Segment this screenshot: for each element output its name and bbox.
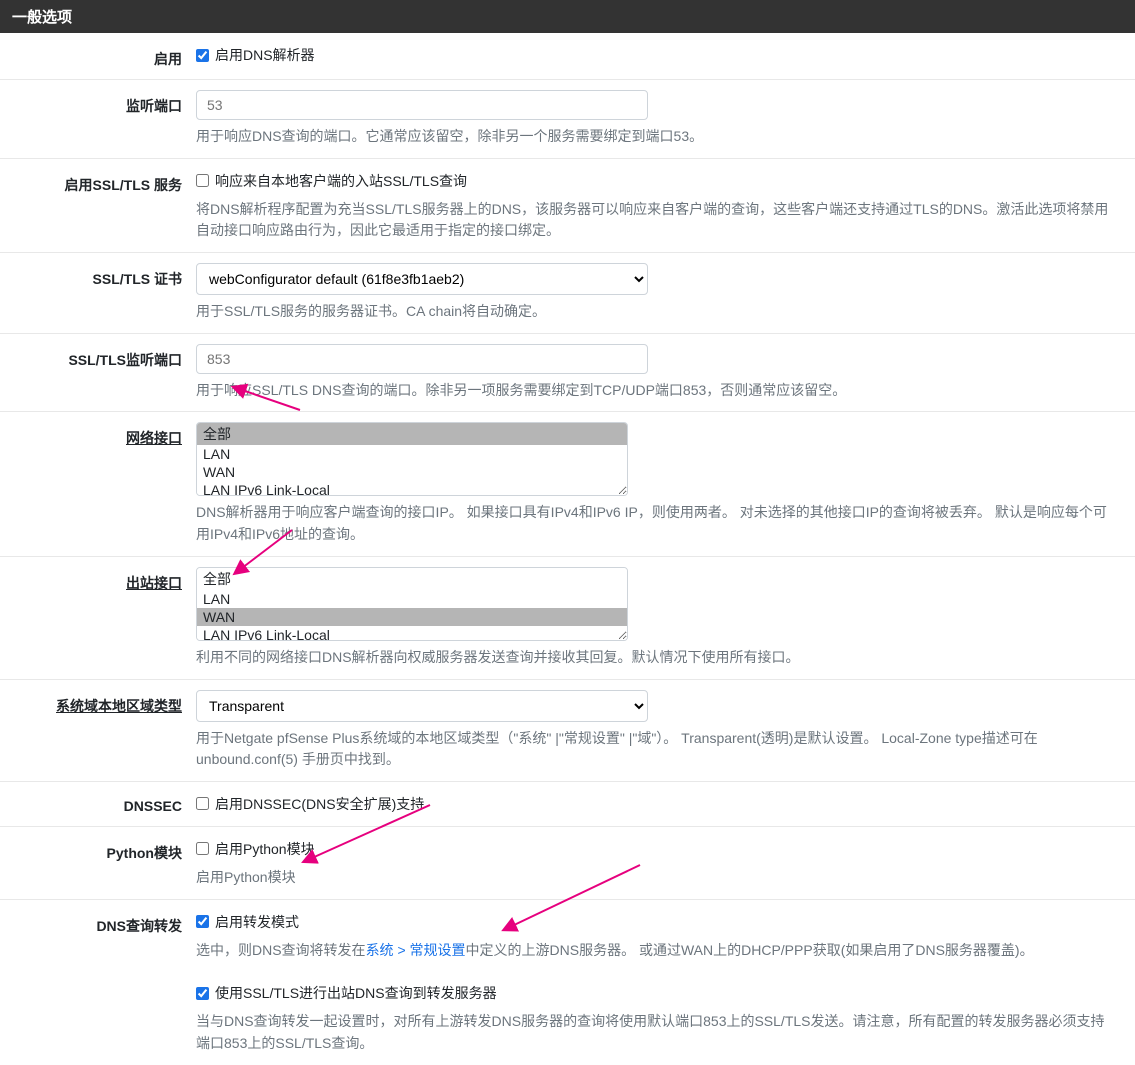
python-help: 启用Python模块 [196, 867, 1117, 889]
network-if-help: DNS解析器用于响应客户端查询的接口IP。 如果接口具有IPv4和IPv6 IP… [196, 502, 1117, 545]
row-outgoing-if: 出站接口 全部 LAN WAN LAN IPv6 Link-Local WAN … [0, 557, 1135, 680]
forwarding-checkbox[interactable] [196, 915, 209, 928]
enable-checkbox[interactable] [196, 49, 209, 62]
row-local-zone: 系统域本地区域类型 Transparent 用于Netgate pfSense … [0, 680, 1135, 782]
row-listen-port: 监听端口 用于响应DNS查询的端口。它通常应该留空，除非另一个服务需要绑定到端口… [0, 80, 1135, 159]
label-listen-port: 监听端口 [0, 90, 196, 148]
outgoing-if-option[interactable]: WAN [197, 608, 627, 626]
network-if-option[interactable]: 全部 [197, 423, 627, 445]
label-outgoing-if: 出站接口 [126, 575, 182, 591]
forwarding-ssl-help: 当与DNS查询转发一起设置时，对所有上游转发DNS服务器的查询将使用默认端口85… [196, 1011, 1117, 1054]
label-ssl-port: SSL/TLS监听端口 [0, 344, 196, 402]
row-python: Python模块 启用Python模块 启用Python模块 [0, 827, 1135, 900]
dnssec-checkbox-label: 启用DNSSEC(DNS安全扩展)支持 [215, 794, 424, 814]
row-enable: 启用 启用DNS解析器 [0, 33, 1135, 80]
label-dnssec: DNSSEC [0, 792, 196, 816]
python-checkbox[interactable] [196, 842, 209, 855]
ssl-cert-select[interactable]: webConfigurator default (61f8e3fb1aeb2) [196, 263, 648, 295]
outgoing-if-option[interactable]: LAN IPv6 Link-Local [197, 626, 627, 641]
ssl-cert-help: 用于SSL/TLS服务的服务器证书。CA chain将自动确定。 [196, 301, 1117, 323]
outgoing-if-select[interactable]: 全部 LAN WAN LAN IPv6 Link-Local WAN IPv6 … [196, 567, 628, 641]
ssl-service-checkbox[interactable] [196, 174, 209, 187]
row-forwarding: DNS查询转发 启用转发模式 选中，则DNS查询将转发在系统 > 常规设置中定义… [0, 900, 1135, 972]
outgoing-if-help: 利用不同的网络接口DNS解析器向权威服务器发送查询并接收其回复。默认情况下使用所… [196, 647, 1117, 669]
python-checkbox-label: 启用Python模块 [215, 839, 315, 859]
row-dnssec: DNSSEC 启用DNSSEC(DNS安全扩展)支持 [0, 782, 1135, 827]
row-ssl-port: SSL/TLS监听端口 用于响应SSL/TLS DNS查询的端口。除非另一项服务… [0, 334, 1135, 413]
forwarding-help: 选中，则DNS查询将转发在系统 > 常规设置中定义的上游DNS服务器。 或通过W… [196, 940, 1117, 962]
ssl-service-checkbox-label: 响应来自本地客户端的入站SSL/TLS查询 [215, 171, 467, 191]
network-if-select[interactable]: 全部 LAN WAN LAN IPv6 Link-Local WAN IPv6 … [196, 422, 628, 496]
network-if-option[interactable]: LAN [197, 445, 627, 463]
local-zone-help: 用于Netgate pfSense Plus系统域的本地区域类型（"系统" |"… [196, 728, 1117, 771]
general-settings-link[interactable]: 系统 > 常规设置 [366, 942, 466, 958]
label-local-zone: 系统域本地区域类型 [56, 698, 182, 714]
network-if-option[interactable]: WAN [197, 463, 627, 481]
listen-port-help: 用于响应DNS查询的端口。它通常应该留空，除非另一个服务需要绑定到端口53。 [196, 126, 1117, 148]
network-if-option[interactable]: LAN IPv6 Link-Local [197, 481, 627, 496]
ssl-service-help: 将DNS解析程序配置为充当SSL/TLS服务器上的DNS，该服务器可以响应来自客… [196, 199, 1117, 242]
ssl-port-help: 用于响应SSL/TLS DNS查询的端口。除非另一项服务需要绑定到TCP/UDP… [196, 380, 1117, 402]
row-forwarding-ssl: 使用SSL/TLS进行出站DNS查询到转发服务器 当与DNS查询转发一起设置时，… [0, 971, 1135, 1064]
forwarding-ssl-checkbox-label: 使用SSL/TLS进行出站DNS查询到转发服务器 [215, 983, 497, 1003]
row-ssl-cert: SSL/TLS 证书 webConfigurator default (61f8… [0, 253, 1135, 334]
label-enable: 启用 [0, 43, 196, 69]
label-ssl-cert: SSL/TLS 证书 [0, 263, 196, 323]
listen-port-input[interactable] [196, 90, 648, 120]
row-ssl-service: 启用SSL/TLS 服务 响应来自本地客户端的入站SSL/TLS查询 将DNS解… [0, 159, 1135, 253]
dnssec-checkbox[interactable] [196, 797, 209, 810]
ssl-port-input[interactable] [196, 344, 648, 374]
label-network-if: 网络接口 [126, 430, 182, 446]
outgoing-if-option[interactable]: 全部 [197, 568, 627, 590]
label-python: Python模块 [0, 837, 196, 889]
forwarding-ssl-checkbox[interactable] [196, 987, 209, 1000]
row-network-if: 网络接口 全部 LAN WAN LAN IPv6 Link-Local WAN … [0, 412, 1135, 556]
outgoing-if-option[interactable]: LAN [197, 590, 627, 608]
local-zone-select[interactable]: Transparent [196, 690, 648, 722]
enable-checkbox-label: 启用DNS解析器 [215, 45, 315, 65]
label-ssl-service: 启用SSL/TLS 服务 [0, 169, 196, 242]
label-forwarding: DNS查询转发 [0, 910, 196, 962]
panel-title: 一般选项 [0, 0, 1135, 33]
forwarding-checkbox-label: 启用转发模式 [215, 912, 299, 932]
